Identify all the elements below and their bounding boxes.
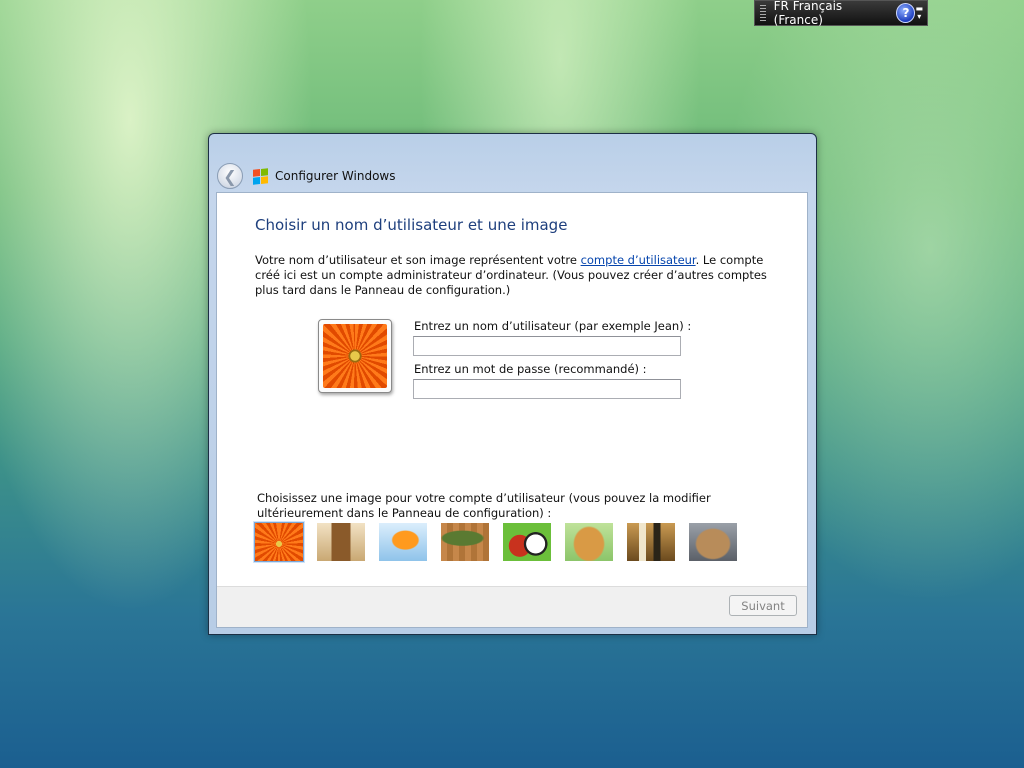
username-label: Entrez un nom d’utilisateur (par exemple…: [414, 319, 692, 333]
picture-dog-icon[interactable]: [565, 523, 613, 561]
flower-picture-icon: [323, 324, 387, 388]
password-input[interactable]: [413, 379, 681, 399]
language-indicator[interactable]: FR Français (France): [774, 0, 889, 27]
back-arrow-icon: ❮: [223, 166, 237, 186]
picture-list: [254, 522, 751, 562]
content-area: Choisir un nom d’utilisateur et une imag…: [216, 192, 808, 628]
intro-text-start: Votre nom d’utilisateur et son image rep…: [255, 253, 581, 267]
selected-avatar: [318, 319, 392, 393]
picture-robot-icon[interactable]: [317, 523, 365, 561]
picture-flower-icon[interactable]: [254, 522, 304, 562]
language-bar[interactable]: FR Français (France) ? ▬ ▾: [754, 0, 928, 27]
page-title: Choisir un nom d’utilisateur et une imag…: [255, 216, 568, 234]
footer-bar: Suivant: [217, 586, 807, 627]
options-arrow-icon: ▾: [917, 12, 922, 21]
next-button[interactable]: Suivant: [729, 595, 797, 616]
title-bar: ❮ Configurer Windows: [217, 160, 395, 192]
picture-chess-icon[interactable]: [627, 523, 675, 561]
username-input[interactable]: [413, 336, 681, 356]
picture-goldfish-icon[interactable]: [379, 523, 427, 561]
back-button[interactable]: ❮: [217, 163, 243, 189]
picture-balls-icon[interactable]: [503, 523, 551, 561]
intro-text: Votre nom d’utilisateur et son image rep…: [255, 253, 775, 298]
user-account-link[interactable]: compte d’utilisateur: [581, 253, 696, 267]
help-icon[interactable]: ?: [896, 3, 916, 23]
picture-kitten-icon[interactable]: [689, 523, 737, 561]
window-title: Configurer Windows: [275, 169, 396, 183]
options-icon[interactable]: ▬ ▾: [915, 5, 923, 21]
drag-handle-icon[interactable]: [760, 5, 766, 21]
windows-logo-icon: [253, 167, 268, 185]
picture-bonsai-icon[interactable]: [441, 523, 489, 561]
password-label: Entrez un mot de passe (recommandé) :: [414, 362, 647, 376]
setup-window: ❮ Configurer Windows Choisir un nom d’ut…: [208, 133, 817, 635]
choose-picture-text: Choisissez une image pour votre compte d…: [257, 491, 711, 520]
